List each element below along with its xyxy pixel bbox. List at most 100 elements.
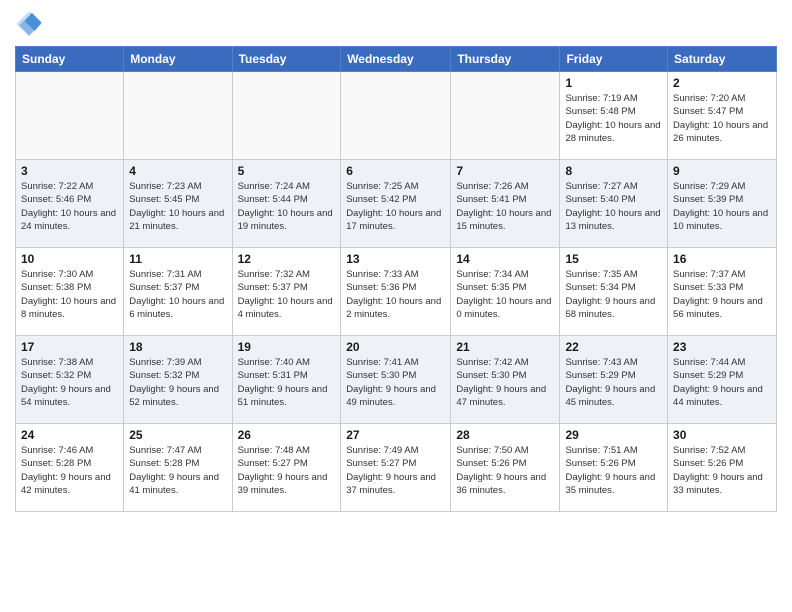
day-info: Sunrise: 7:30 AMSunset: 5:38 PMDaylight:… bbox=[21, 268, 118, 321]
day-info: Sunrise: 7:46 AMSunset: 5:28 PMDaylight:… bbox=[21, 444, 118, 497]
day-info: Sunrise: 7:44 AMSunset: 5:29 PMDaylight:… bbox=[673, 356, 771, 409]
day-number: 23 bbox=[673, 340, 771, 354]
day-info: Sunrise: 7:52 AMSunset: 5:26 PMDaylight:… bbox=[673, 444, 771, 497]
calendar-cell: 18 Sunrise: 7:39 AMSunset: 5:32 PMDayligh… bbox=[124, 336, 232, 424]
calendar-cell: 21Sunrise: 7:42 AMSunset: 5:30 PMDayligh… bbox=[451, 336, 560, 424]
calendar-cell: 6 Sunrise: 7:25 AMSunset: 5:42 PMDaylight… bbox=[341, 160, 451, 248]
day-number: 14 bbox=[456, 252, 554, 266]
header bbox=[15, 10, 777, 38]
day-number: 13 bbox=[346, 252, 445, 266]
calendar-cell: 9 Sunrise: 7:29 AMSunset: 5:39 PMDaylight… bbox=[668, 160, 777, 248]
calendar-cell: 1 Sunrise: 7:19 AMSunset: 5:48 PMDaylight… bbox=[560, 72, 668, 160]
day-info: Sunrise: 7:31 AMSunset: 5:37 PMDaylight:… bbox=[129, 268, 226, 321]
day-info: Sunrise: 7:20 AMSunset: 5:47 PMDaylight:… bbox=[673, 92, 771, 145]
day-info: Sunrise: 7:34 AMSunset: 5:35 PMDaylight:… bbox=[456, 268, 554, 321]
calendar-cell: 23 Sunrise: 7:44 AMSunset: 5:29 PMDayligh… bbox=[668, 336, 777, 424]
calendar-cell: 27 Sunrise: 7:49 AMSunset: 5:27 PMDayligh… bbox=[341, 424, 451, 512]
calendar-cell: 14 Sunrise: 7:34 AMSunset: 5:35 PMDayligh… bbox=[451, 248, 560, 336]
day-info: Sunrise: 7:39 AMSunset: 5:32 PMDaylight:… bbox=[129, 356, 226, 409]
day-number: 5 bbox=[238, 164, 336, 178]
day-number: 9 bbox=[673, 164, 771, 178]
calendar: SundayMondayTuesdayWednesdayThursdayFrid… bbox=[15, 46, 777, 512]
day-info: Sunrise: 7:38 AMSunset: 5:32 PMDaylight:… bbox=[21, 356, 118, 409]
calendar-cell: 19 Sunrise: 7:40 AMSunset: 5:31 PMDayligh… bbox=[232, 336, 341, 424]
day-number: 8 bbox=[565, 164, 662, 178]
weekday-header-tuesday: Tuesday bbox=[232, 47, 341, 72]
calendar-cell: 7Sunrise: 7:26 AMSunset: 5:41 PMDaylight… bbox=[451, 160, 560, 248]
calendar-cell bbox=[16, 72, 124, 160]
weekday-header-thursday: Thursday bbox=[451, 47, 560, 72]
calendar-cell bbox=[232, 72, 341, 160]
weekday-header-sunday: Sunday bbox=[16, 47, 124, 72]
calendar-cell bbox=[124, 72, 232, 160]
calendar-cell: 16Sunrise: 7:37 AMSunset: 5:33 PMDayligh… bbox=[668, 248, 777, 336]
logo-icon bbox=[15, 10, 43, 38]
day-number: 29 bbox=[565, 428, 662, 442]
weekday-header-row: SundayMondayTuesdayWednesdayThursdayFrid… bbox=[16, 47, 777, 72]
day-number: 10 bbox=[21, 252, 118, 266]
calendar-cell: 29 Sunrise: 7:51 AMSunset: 5:26 PMDayligh… bbox=[560, 424, 668, 512]
day-number: 25 bbox=[129, 428, 226, 442]
day-info: Sunrise: 7:40 AMSunset: 5:31 PMDaylight:… bbox=[238, 356, 336, 409]
calendar-week-5: 24 Sunrise: 7:46 AMSunset: 5:28 PMDayligh… bbox=[16, 424, 777, 512]
day-info: Sunrise: 7:51 AMSunset: 5:26 PMDaylight:… bbox=[565, 444, 662, 497]
calendar-week-2: 3 Sunrise: 7:22 AMSunset: 5:46 PMDaylight… bbox=[16, 160, 777, 248]
day-info: Sunrise: 7:41 AMSunset: 5:30 PMDaylight:… bbox=[346, 356, 445, 409]
weekday-header-monday: Monday bbox=[124, 47, 232, 72]
day-number: 11 bbox=[129, 252, 226, 266]
day-info: Sunrise: 7:48 AMSunset: 5:27 PMDaylight:… bbox=[238, 444, 336, 497]
day-number: 26 bbox=[238, 428, 336, 442]
calendar-cell: 20 Sunrise: 7:41 AMSunset: 5:30 PMDayligh… bbox=[341, 336, 451, 424]
calendar-cell: 30 Sunrise: 7:52 AMSunset: 5:26 PMDayligh… bbox=[668, 424, 777, 512]
calendar-cell: 24 Sunrise: 7:46 AMSunset: 5:28 PMDayligh… bbox=[16, 424, 124, 512]
calendar-cell: 26 Sunrise: 7:48 AMSunset: 5:27 PMDayligh… bbox=[232, 424, 341, 512]
day-number: 17 bbox=[21, 340, 118, 354]
day-number: 6 bbox=[346, 164, 445, 178]
calendar-week-3: 10 Sunrise: 7:30 AMSunset: 5:38 PMDayligh… bbox=[16, 248, 777, 336]
day-number: 28 bbox=[456, 428, 554, 442]
day-info: Sunrise: 7:24 AMSunset: 5:44 PMDaylight:… bbox=[238, 180, 336, 233]
day-number: 30 bbox=[673, 428, 771, 442]
day-info: Sunrise: 7:33 AMSunset: 5:36 PMDaylight:… bbox=[346, 268, 445, 321]
day-info: Sunrise: 7:19 AMSunset: 5:48 PMDaylight:… bbox=[565, 92, 662, 145]
weekday-header-saturday: Saturday bbox=[668, 47, 777, 72]
calendar-body: 1 Sunrise: 7:19 AMSunset: 5:48 PMDaylight… bbox=[16, 72, 777, 512]
day-info: Sunrise: 7:35 AMSunset: 5:34 PMDaylight:… bbox=[565, 268, 662, 321]
calendar-cell: 2Sunrise: 7:20 AMSunset: 5:47 PMDaylight… bbox=[668, 72, 777, 160]
day-number: 18 bbox=[129, 340, 226, 354]
day-number: 24 bbox=[21, 428, 118, 442]
calendar-cell: 4Sunrise: 7:23 AMSunset: 5:45 PMDaylight… bbox=[124, 160, 232, 248]
day-number: 7 bbox=[456, 164, 554, 178]
day-number: 27 bbox=[346, 428, 445, 442]
day-info: Sunrise: 7:50 AMSunset: 5:26 PMDaylight:… bbox=[456, 444, 554, 497]
calendar-cell: 8Sunrise: 7:27 AMSunset: 5:40 PMDaylight… bbox=[560, 160, 668, 248]
calendar-cell bbox=[341, 72, 451, 160]
day-info: Sunrise: 7:43 AMSunset: 5:29 PMDaylight:… bbox=[565, 356, 662, 409]
day-number: 19 bbox=[238, 340, 336, 354]
day-info: Sunrise: 7:47 AMSunset: 5:28 PMDaylight:… bbox=[129, 444, 226, 497]
day-number: 3 bbox=[21, 164, 118, 178]
weekday-header-wednesday: Wednesday bbox=[341, 47, 451, 72]
day-number: 20 bbox=[346, 340, 445, 354]
day-info: Sunrise: 7:49 AMSunset: 5:27 PMDaylight:… bbox=[346, 444, 445, 497]
calendar-cell: 17 Sunrise: 7:38 AMSunset: 5:32 PMDayligh… bbox=[16, 336, 124, 424]
calendar-cell bbox=[451, 72, 560, 160]
calendar-header: SundayMondayTuesdayWednesdayThursdayFrid… bbox=[16, 47, 777, 72]
calendar-cell: 13 Sunrise: 7:33 AMSunset: 5:36 PMDayligh… bbox=[341, 248, 451, 336]
day-number: 21 bbox=[456, 340, 554, 354]
day-number: 15 bbox=[565, 252, 662, 266]
day-info: Sunrise: 7:32 AMSunset: 5:37 PMDaylight:… bbox=[238, 268, 336, 321]
day-number: 22 bbox=[565, 340, 662, 354]
day-number: 1 bbox=[565, 76, 662, 90]
calendar-week-4: 17 Sunrise: 7:38 AMSunset: 5:32 PMDayligh… bbox=[16, 336, 777, 424]
day-info: Sunrise: 7:25 AMSunset: 5:42 PMDaylight:… bbox=[346, 180, 445, 233]
calendar-cell: 22 Sunrise: 7:43 AMSunset: 5:29 PMDayligh… bbox=[560, 336, 668, 424]
day-info: Sunrise: 7:22 AMSunset: 5:46 PMDaylight:… bbox=[21, 180, 118, 233]
logo bbox=[15, 10, 47, 38]
day-info: Sunrise: 7:23 AMSunset: 5:45 PMDaylight:… bbox=[129, 180, 226, 233]
weekday-header-friday: Friday bbox=[560, 47, 668, 72]
calendar-cell: 12 Sunrise: 7:32 AMSunset: 5:37 PMDayligh… bbox=[232, 248, 341, 336]
day-number: 12 bbox=[238, 252, 336, 266]
day-info: Sunrise: 7:29 AMSunset: 5:39 PMDaylight:… bbox=[673, 180, 771, 233]
calendar-week-1: 1 Sunrise: 7:19 AMSunset: 5:48 PMDaylight… bbox=[16, 72, 777, 160]
